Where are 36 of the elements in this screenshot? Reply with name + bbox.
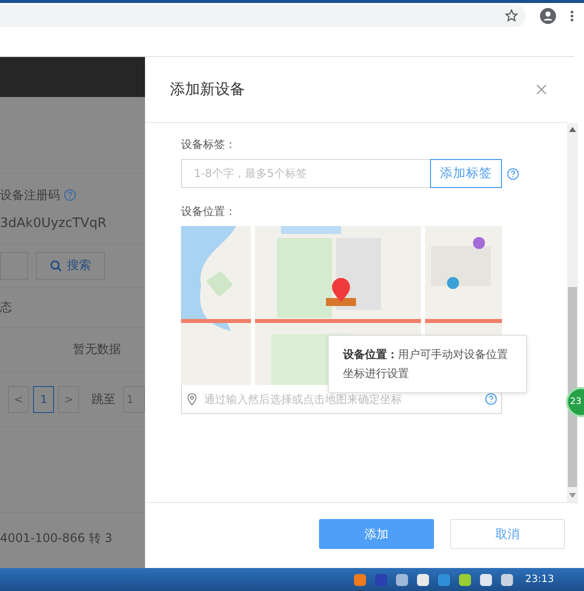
previous-page-button[interactable]: < bbox=[8, 386, 30, 412]
location-pin-icon bbox=[187, 393, 197, 406]
tray-icon[interactable] bbox=[458, 572, 472, 586]
help-icon[interactable] bbox=[507, 168, 519, 180]
scroll-up-icon[interactable] bbox=[569, 127, 576, 132]
tray-icon[interactable] bbox=[416, 572, 430, 586]
help-icon[interactable] bbox=[485, 393, 497, 405]
column-heading: 态 bbox=[0, 299, 12, 316]
scroll-down-icon[interactable] bbox=[569, 493, 576, 498]
add-button[interactable]: 添加 bbox=[319, 519, 434, 549]
search-button[interactable]: 搜索 bbox=[36, 252, 105, 280]
help-icon[interactable] bbox=[64, 189, 76, 201]
footer-text: 4001-100-866 转 3 bbox=[0, 530, 112, 546]
account-icon[interactable] bbox=[540, 8, 556, 24]
field-label: 设备位置： bbox=[181, 204, 237, 219]
menu-icon[interactable] bbox=[570, 10, 574, 22]
field-label: 设备标签： bbox=[181, 137, 237, 152]
tray-icon[interactable] bbox=[395, 572, 410, 586]
tray-icon[interactable] bbox=[500, 572, 514, 586]
close-icon[interactable] bbox=[536, 84, 547, 95]
search-icon bbox=[50, 260, 62, 272]
empty-text: 暂无数据 bbox=[73, 341, 121, 358]
registration-code: 3dAk0UyzcTVqR bbox=[0, 216, 108, 230]
next-page-button[interactable]: > bbox=[58, 386, 80, 412]
page-button[interactable]: 1 bbox=[33, 386, 54, 412]
bookmark-star-icon[interactable] bbox=[505, 9, 518, 22]
tag-input[interactable]: 1-8个字，最多5个标签 bbox=[181, 159, 430, 188]
dialog-title: 添加新设备 bbox=[170, 80, 245, 99]
registration-code-label: 设备注册码 bbox=[0, 186, 60, 204]
add-tag-button[interactable]: 添加标签 bbox=[430, 159, 502, 188]
cancel-button[interactable]: 取消 bbox=[450, 519, 565, 549]
tray-icon[interactable] bbox=[479, 572, 494, 586]
tray-icon[interactable] bbox=[353, 572, 368, 586]
clock-time: 23:13 bbox=[525, 574, 554, 585]
tooltip-text: 设备位置：用户可手动对设备位置坐标进行设置 bbox=[343, 347, 509, 382]
jump-label: 跳至 bbox=[91, 390, 116, 408]
